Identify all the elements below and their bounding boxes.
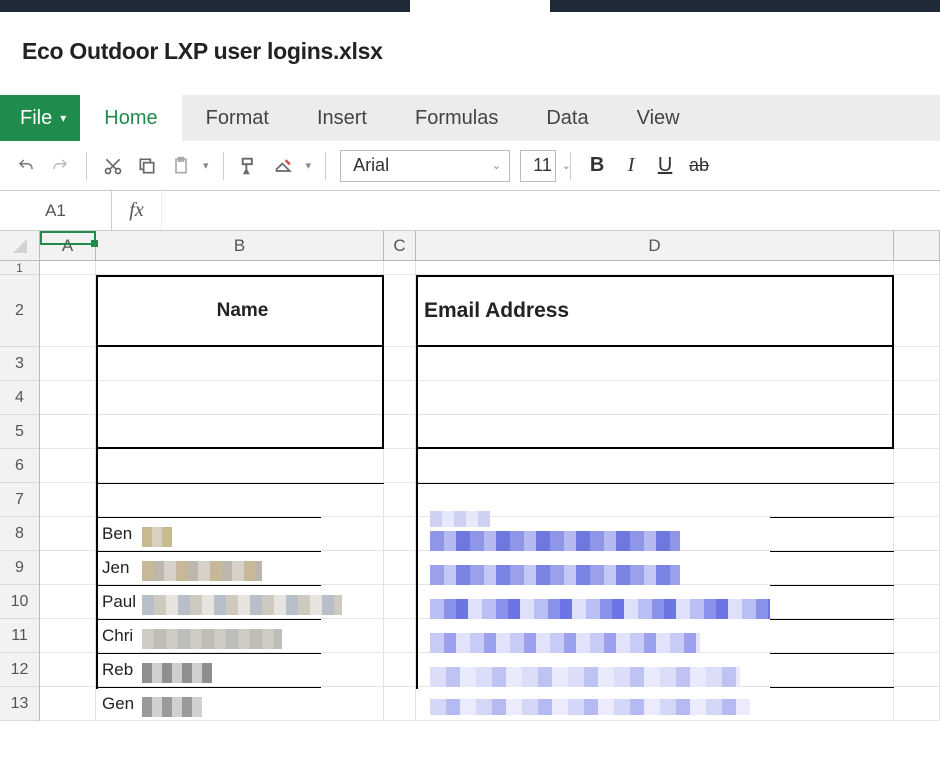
cut-icon[interactable]	[101, 154, 125, 178]
cell-name[interactable]: Chri	[96, 619, 384, 652]
row-header-4[interactable]: 4	[0, 381, 39, 415]
ribbon-tabs: File ▾ Home Format Insert Formulas Data …	[0, 95, 940, 141]
select-all-corner[interactable]	[0, 231, 40, 260]
header-cell-name[interactable]: Name	[96, 275, 384, 346]
separator	[570, 152, 571, 180]
tab-data[interactable]: Data	[522, 95, 612, 141]
cell[interactable]	[40, 275, 96, 346]
font-family-select[interactable]: Arial ⌄	[340, 150, 510, 182]
col-header-A[interactable]: A	[40, 231, 96, 260]
chevron-down-icon: ⌄	[492, 159, 501, 172]
tab-insert[interactable]: Insert	[293, 95, 391, 141]
row-header-8[interactable]: 8	[0, 517, 39, 551]
row-header-9[interactable]: 9	[0, 551, 39, 585]
tab-file-label: File	[20, 107, 52, 130]
clear-formatting-icon[interactable]	[272, 154, 296, 178]
tab-formulas[interactable]: Formulas	[391, 95, 522, 141]
cell-email[interactable]	[416, 687, 894, 720]
row-header-2[interactable]: 2	[0, 275, 39, 347]
cell-email[interactable]	[416, 551, 894, 584]
column-headers: A B C D	[0, 231, 940, 261]
font-size-select[interactable]: 11 ⌄	[520, 150, 556, 182]
col-header-B[interactable]: B	[96, 231, 384, 260]
cell-name[interactable]: Reb	[96, 653, 384, 686]
font-family-value: Arial	[353, 155, 389, 176]
toolbar: ▾ ▾ Arial ⌄ 11 ⌄ B I U ab	[0, 141, 940, 191]
row-header-10[interactable]: 10	[0, 585, 39, 619]
document-filename: Eco Outdoor LXP user logins.xlsx	[0, 12, 940, 95]
strikethrough-button[interactable]: ab	[687, 154, 711, 178]
cell-name[interactable]: Paul	[96, 585, 384, 618]
cell-email[interactable]	[416, 585, 894, 618]
window-chrome-gap	[410, 0, 550, 12]
window-chrome	[0, 0, 940, 12]
cell[interactable]	[384, 275, 416, 346]
tab-view[interactable]: View	[613, 95, 704, 141]
cell-name[interactable]: Ben	[96, 517, 384, 550]
cell-email[interactable]	[416, 517, 894, 550]
format-painter-icon[interactable]	[238, 154, 262, 178]
formula-input[interactable]	[162, 191, 940, 230]
row-header-12[interactable]: 12	[0, 653, 39, 687]
row-header-11[interactable]: 11	[0, 619, 39, 653]
undo-icon[interactable]	[14, 154, 38, 178]
clear-dropdown-icon[interactable]: ▾	[306, 159, 312, 172]
tab-format[interactable]: Format	[182, 95, 293, 141]
tab-file[interactable]: File ▾	[0, 95, 80, 141]
cell-email[interactable]	[416, 653, 894, 686]
cell-email[interactable]	[416, 619, 894, 652]
fx-label: fx	[112, 191, 162, 230]
cell-name[interactable]: Jen	[96, 551, 384, 584]
row-headers: 1 2 3 4 5 6 7 8 9 10 11 12 13	[0, 261, 40, 721]
chevron-down-icon: ▾	[60, 111, 66, 125]
header-cell-email[interactable]: Email Address	[416, 275, 894, 346]
row-header-6[interactable]: 6	[0, 449, 39, 483]
redo-icon[interactable]	[48, 154, 72, 178]
separator	[325, 152, 326, 180]
cell-name[interactable]: Gen	[96, 687, 384, 720]
row-header-5[interactable]: 5	[0, 415, 39, 449]
col-header-D[interactable]: D	[416, 231, 894, 260]
row-header-1[interactable]: 1	[0, 261, 39, 275]
cells-area[interactable]: Name Email Address Ben Jen Paul Chri Reb…	[40, 261, 940, 721]
paste-icon[interactable]	[169, 154, 193, 178]
formula-bar: A1 fx	[0, 191, 940, 231]
row-header-7[interactable]: 7	[0, 483, 39, 517]
separator	[223, 152, 224, 180]
spreadsheet-grid: A B C D 1 2 3 4 5 6 7 8 9 10 11 12 13 Na…	[0, 231, 940, 721]
bold-button[interactable]: B	[585, 154, 609, 178]
row-header-13[interactable]: 13	[0, 687, 39, 721]
col-header-C[interactable]: C	[384, 231, 416, 260]
copy-icon[interactable]	[135, 154, 159, 178]
paste-dropdown-icon[interactable]: ▾	[203, 159, 209, 172]
underline-button[interactable]: U	[653, 154, 677, 178]
font-size-value: 11	[533, 155, 552, 176]
row-header-3[interactable]: 3	[0, 347, 39, 381]
tab-home[interactable]: Home	[80, 95, 181, 141]
cell-reference-box[interactable]: A1	[0, 191, 112, 230]
col-header-E[interactable]	[894, 231, 940, 260]
italic-button[interactable]: I	[619, 154, 643, 178]
separator	[86, 152, 87, 180]
